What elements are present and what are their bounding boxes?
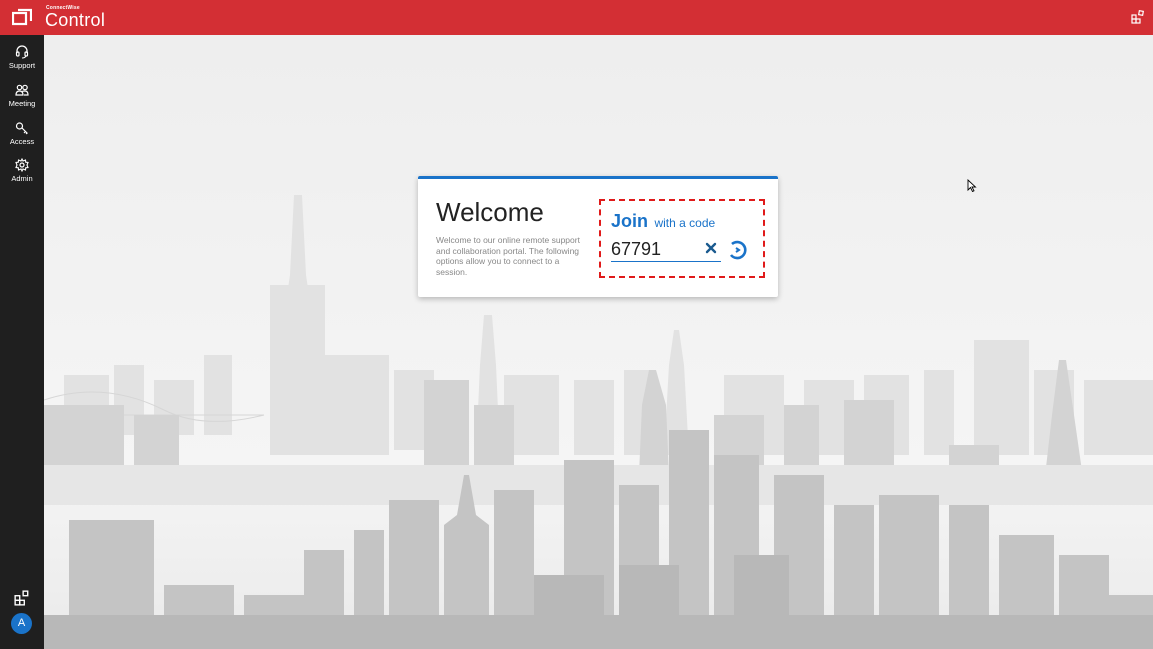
key-icon	[15, 122, 28, 135]
mouse-cursor-icon	[967, 179, 977, 192]
welcome-title: Welcome	[436, 197, 544, 227]
top-bar: ConnectWise Control	[0, 0, 1153, 35]
join-heading: Join with a code	[611, 211, 715, 232]
avatar[interactable]: A	[11, 613, 32, 634]
sidebar-item-label: Meeting	[8, 99, 36, 108]
connectwise-logo-icon[interactable]	[12, 8, 32, 26]
extensions-icon[interactable]	[14, 590, 30, 606]
people-icon	[15, 84, 29, 96]
gear-icon	[15, 158, 29, 172]
skyline-illustration	[44, 195, 1153, 649]
background-skyline	[44, 35, 1153, 649]
join-go-icon[interactable]	[727, 240, 747, 260]
sidebar-item-support[interactable]: Support	[0, 45, 44, 70]
sidebar-item-admin[interactable]: Admin	[0, 158, 44, 183]
sidebar-item-label: Support	[8, 61, 36, 70]
sidebar-item-access[interactable]: Access	[0, 121, 44, 146]
join-with-code-panel: Join with a code	[599, 199, 765, 278]
sidebar-item-label: Admin	[11, 174, 33, 183]
extensions-icon[interactable]	[1131, 10, 1145, 24]
brand-product: Control	[45, 10, 106, 30]
join-heading-rest: with a code	[654, 216, 716, 230]
sidebar: Support Meeting Access Admin A	[0, 35, 44, 649]
join-heading-bold: Join	[611, 211, 649, 231]
headset-icon	[15, 45, 29, 59]
welcome-card: Welcome Welcome to our online remote sup…	[418, 176, 778, 297]
sidebar-item-label: Access	[9, 137, 35, 146]
clear-icon[interactable]	[704, 241, 718, 255]
welcome-description: Welcome to our online remote support and…	[436, 235, 580, 277]
sidebar-item-meeting[interactable]: Meeting	[0, 83, 44, 108]
